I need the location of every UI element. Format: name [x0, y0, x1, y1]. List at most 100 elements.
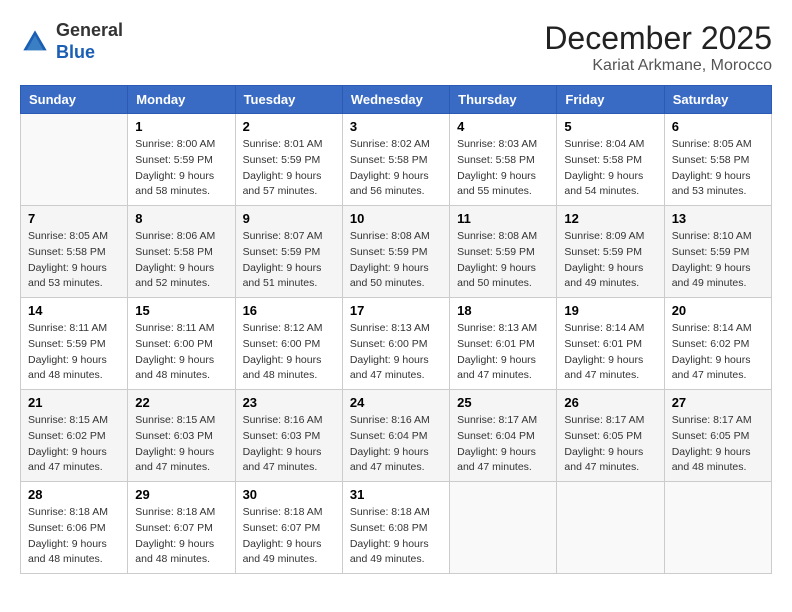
- day-number: 29: [135, 487, 227, 502]
- day-info: Sunrise: 8:04 AMSunset: 5:58 PMDaylight:…: [564, 137, 656, 200]
- day-info: Sunrise: 8:05 AMSunset: 5:58 PMDaylight:…: [672, 137, 764, 200]
- day-number: 31: [350, 487, 442, 502]
- day-number: 14: [28, 303, 120, 318]
- day-cell: 12Sunrise: 8:09 AMSunset: 5:59 PMDayligh…: [557, 206, 664, 298]
- col-header-thursday: Thursday: [450, 86, 557, 114]
- week-row-1: 1 Sunrise: 8:00 AMSunset: 5:59 PMDaylight…: [21, 114, 772, 206]
- day-number: 15: [135, 303, 227, 318]
- day-number: 27: [672, 395, 764, 410]
- day-number: 17: [350, 303, 442, 318]
- day-number: 4: [457, 119, 549, 134]
- day-info: Sunrise: 8:18 AMSunset: 6:06 PMDaylight:…: [28, 505, 120, 568]
- day-number: 6: [672, 119, 764, 134]
- day-cell: 15 Sunrise: 8:11 AMSunset: 6:00 PMDayligh…: [128, 298, 235, 390]
- day-info: Sunrise: 8:17 AMSunset: 6:05 PMDaylight:…: [672, 413, 764, 476]
- day-cell: 23Sunrise: 8:16 AMSunset: 6:03 PMDayligh…: [235, 390, 342, 482]
- day-number: 24: [350, 395, 442, 410]
- day-info: Sunrise: 8:01 AMSunset: 5:59 PMDaylight:…: [243, 137, 335, 200]
- day-cell: 4 Sunrise: 8:03 AMSunset: 5:58 PMDaylight…: [450, 114, 557, 206]
- day-number: 8: [135, 211, 227, 226]
- day-cell: 5 Sunrise: 8:04 AMSunset: 5:58 PMDaylight…: [557, 114, 664, 206]
- day-number: 21: [28, 395, 120, 410]
- week-row-4: 21 Sunrise: 8:15 AMSunset: 6:02 PMDayligh…: [21, 390, 772, 482]
- day-info: Sunrise: 8:05 AMSunset: 5:58 PMDaylight:…: [28, 229, 120, 292]
- day-number: 20: [672, 303, 764, 318]
- day-cell: 11 Sunrise: 8:08 AMSunset: 5:59 PMDayligh…: [450, 206, 557, 298]
- day-info: Sunrise: 8:16 AMSunset: 6:04 PMDaylight:…: [350, 413, 442, 476]
- day-number: 2: [243, 119, 335, 134]
- day-info: Sunrise: 8:11 AMSunset: 6:00 PMDaylight:…: [135, 321, 227, 384]
- logo: General Blue: [20, 20, 123, 63]
- day-number: 3: [350, 119, 442, 134]
- day-number: 7: [28, 211, 120, 226]
- day-cell: 30 Sunrise: 8:18 AMSunset: 6:07 PMDayligh…: [235, 482, 342, 574]
- day-info: Sunrise: 8:11 AMSunset: 5:59 PMDaylight:…: [28, 321, 120, 384]
- day-cell: 10Sunrise: 8:08 AMSunset: 5:59 PMDayligh…: [342, 206, 449, 298]
- day-cell: 3Sunrise: 8:02 AMSunset: 5:58 PMDaylight…: [342, 114, 449, 206]
- col-header-tuesday: Tuesday: [235, 86, 342, 114]
- day-cell: [557, 482, 664, 574]
- day-cell: 6 Sunrise: 8:05 AMSunset: 5:58 PMDaylight…: [664, 114, 771, 206]
- day-info: Sunrise: 8:14 AMSunset: 6:01 PMDaylight:…: [564, 321, 656, 384]
- day-info: Sunrise: 8:17 AMSunset: 6:05 PMDaylight:…: [564, 413, 656, 476]
- day-cell: 24 Sunrise: 8:16 AMSunset: 6:04 PMDayligh…: [342, 390, 449, 482]
- day-info: Sunrise: 8:18 AMSunset: 6:08 PMDaylight:…: [350, 505, 442, 568]
- day-number: 10: [350, 211, 442, 226]
- day-cell: 28Sunrise: 8:18 AMSunset: 6:06 PMDayligh…: [21, 482, 128, 574]
- day-number: 1: [135, 119, 227, 134]
- day-info: Sunrise: 8:15 AMSunset: 6:03 PMDaylight:…: [135, 413, 227, 476]
- day-cell: 25 Sunrise: 8:17 AMSunset: 6:04 PMDayligh…: [450, 390, 557, 482]
- day-number: 11: [457, 211, 549, 226]
- day-info: Sunrise: 8:12 AMSunset: 6:00 PMDaylight:…: [243, 321, 335, 384]
- col-header-friday: Friday: [557, 86, 664, 114]
- col-header-monday: Monday: [128, 86, 235, 114]
- col-header-saturday: Saturday: [664, 86, 771, 114]
- col-header-sunday: Sunday: [21, 86, 128, 114]
- day-info: Sunrise: 8:06 AMSunset: 5:58 PMDaylight:…: [135, 229, 227, 292]
- day-info: Sunrise: 8:08 AMSunset: 5:59 PMDaylight:…: [457, 229, 549, 292]
- day-number: 5: [564, 119, 656, 134]
- day-info: Sunrise: 8:09 AMSunset: 5:59 PMDaylight:…: [564, 229, 656, 292]
- month-year: December 2025: [544, 20, 772, 57]
- page-header: General Blue December 2025 Kariat Arkman…: [20, 20, 772, 75]
- col-header-wednesday: Wednesday: [342, 86, 449, 114]
- calendar-body: 1 Sunrise: 8:00 AMSunset: 5:59 PMDaylight…: [21, 114, 772, 574]
- day-cell: 31 Sunrise: 8:18 AMSunset: 6:08 PMDayligh…: [342, 482, 449, 574]
- day-cell: [450, 482, 557, 574]
- day-info: Sunrise: 8:16 AMSunset: 6:03 PMDaylight:…: [243, 413, 335, 476]
- day-info: Sunrise: 8:00 AMSunset: 5:59 PMDaylight:…: [135, 137, 227, 200]
- day-number: 22: [135, 395, 227, 410]
- day-cell: 1 Sunrise: 8:00 AMSunset: 5:59 PMDaylight…: [128, 114, 235, 206]
- day-cell: 17Sunrise: 8:13 AMSunset: 6:00 PMDayligh…: [342, 298, 449, 390]
- logo-text: General Blue: [56, 20, 123, 63]
- day-cell: 29 Sunrise: 8:18 AMSunset: 6:07 PMDayligh…: [128, 482, 235, 574]
- day-info: Sunrise: 8:18 AMSunset: 6:07 PMDaylight:…: [243, 505, 335, 568]
- day-info: Sunrise: 8:14 AMSunset: 6:02 PMDaylight:…: [672, 321, 764, 384]
- day-cell: 19 Sunrise: 8:14 AMSunset: 6:01 PMDayligh…: [557, 298, 664, 390]
- day-cell: 8 Sunrise: 8:06 AMSunset: 5:58 PMDaylight…: [128, 206, 235, 298]
- day-number: 25: [457, 395, 549, 410]
- day-number: 9: [243, 211, 335, 226]
- logo-general: General: [56, 20, 123, 40]
- day-number: 13: [672, 211, 764, 226]
- day-info: Sunrise: 8:18 AMSunset: 6:07 PMDaylight:…: [135, 505, 227, 568]
- day-info: Sunrise: 8:07 AMSunset: 5:59 PMDaylight:…: [243, 229, 335, 292]
- day-cell: 9 Sunrise: 8:07 AMSunset: 5:59 PMDaylight…: [235, 206, 342, 298]
- day-number: 18: [457, 303, 549, 318]
- logo-blue: Blue: [56, 42, 95, 62]
- day-cell: 20 Sunrise: 8:14 AMSunset: 6:02 PMDayligh…: [664, 298, 771, 390]
- week-row-2: 7 Sunrise: 8:05 AMSunset: 5:58 PMDaylight…: [21, 206, 772, 298]
- week-row-3: 14 Sunrise: 8:11 AMSunset: 5:59 PMDayligh…: [21, 298, 772, 390]
- day-number: 19: [564, 303, 656, 318]
- day-cell: 27 Sunrise: 8:17 AMSunset: 6:05 PMDayligh…: [664, 390, 771, 482]
- day-info: Sunrise: 8:03 AMSunset: 5:58 PMDaylight:…: [457, 137, 549, 200]
- day-number: 30: [243, 487, 335, 502]
- calendar-table: SundayMondayTuesdayWednesdayThursdayFrid…: [20, 85, 772, 574]
- day-cell: 14 Sunrise: 8:11 AMSunset: 5:59 PMDayligh…: [21, 298, 128, 390]
- day-cell: 21 Sunrise: 8:15 AMSunset: 6:02 PMDayligh…: [21, 390, 128, 482]
- day-info: Sunrise: 8:17 AMSunset: 6:04 PMDaylight:…: [457, 413, 549, 476]
- week-row-5: 28Sunrise: 8:18 AMSunset: 6:06 PMDayligh…: [21, 482, 772, 574]
- day-number: 26: [564, 395, 656, 410]
- day-info: Sunrise: 8:15 AMSunset: 6:02 PMDaylight:…: [28, 413, 120, 476]
- day-cell: 13Sunrise: 8:10 AMSunset: 5:59 PMDayligh…: [664, 206, 771, 298]
